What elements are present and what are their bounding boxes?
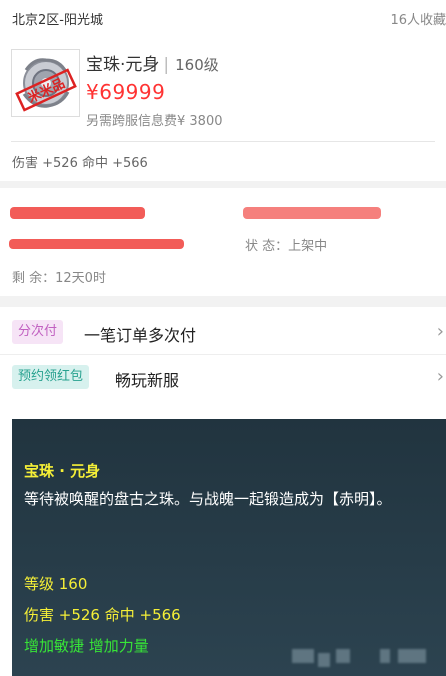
listing-status: 状 态：上架中	[245, 239, 328, 254]
item-description-card: 宝珠 · 元身 等待被唤醒的盘古之珠。与战魄一起锻造成为【赤明】。 等级 160…	[0, 400, 446, 676]
item-price: ¥69999	[86, 80, 166, 104]
item-thumbnail[interactable]: 米米品	[11, 49, 80, 117]
server-label: 北京2区-阳光城	[12, 13, 103, 28]
promo-redpacket-row[interactable]: 预约领红包 畅玩新服 ›	[0, 354, 446, 399]
promo-label: 畅玩新服	[115, 371, 180, 390]
promo-label: 一笔订单多次付	[84, 326, 197, 345]
redacted-field	[243, 207, 381, 219]
item-name: 宝珠·元身	[86, 55, 160, 75]
item-thumbnail-image: 米米品	[15, 58, 77, 112]
redacted-field	[9, 239, 184, 249]
item-level: 160级	[175, 56, 219, 74]
description-stats: 伤害 +526 命中 +566	[24, 606, 181, 624]
promo-list: 分次付 一笔订单多次付 › 预约领红包 畅玩新服 ›	[0, 307, 446, 400]
chevron-right-icon: ›	[436, 321, 444, 342]
item-stats: 伤害 +526 命中 +566	[12, 156, 148, 171]
blurred-watermark	[292, 649, 432, 669]
divider	[11, 141, 435, 142]
description-title: 宝珠 · 元身	[24, 462, 101, 480]
cross-server-fee: 另需跨服信息费¥ 3800	[86, 114, 223, 129]
redacted-field	[10, 207, 145, 219]
promo-tag: 分次付	[12, 320, 64, 344]
promo-tag: 预约领红包	[12, 365, 90, 389]
description-text: 等待被唤醒的盘古之珠。与战魄一起锻造成为【赤明】。	[24, 490, 392, 508]
description-panel: 宝珠 · 元身 等待被唤醒的盘古之珠。与战魄一起锻造成为【赤明】。 等级 160…	[12, 419, 446, 676]
promo-installment-row[interactable]: 分次付 一笔订单多次付 ›	[0, 310, 446, 354]
chevron-right-icon: ›	[436, 366, 444, 387]
title-separator: |	[163, 55, 170, 75]
description-level: 等级 160	[24, 575, 88, 593]
remaining-time: 剩 余：12天0时	[12, 271, 106, 286]
item-title-row: 宝珠·元身 | 160级	[86, 50, 219, 75]
description-bonus: 增加敏捷 增加力量	[24, 637, 149, 655]
item-summary-card: 北京2区-阳光城 16人收藏 米米品 宝珠·元身 | 160级 ¥69999 另需跨…	[0, 0, 446, 181]
favorites-count[interactable]: 16人收藏	[390, 9, 446, 28]
listing-info-card: 状 态：上架中 剩 余：12天0时	[0, 188, 446, 296]
